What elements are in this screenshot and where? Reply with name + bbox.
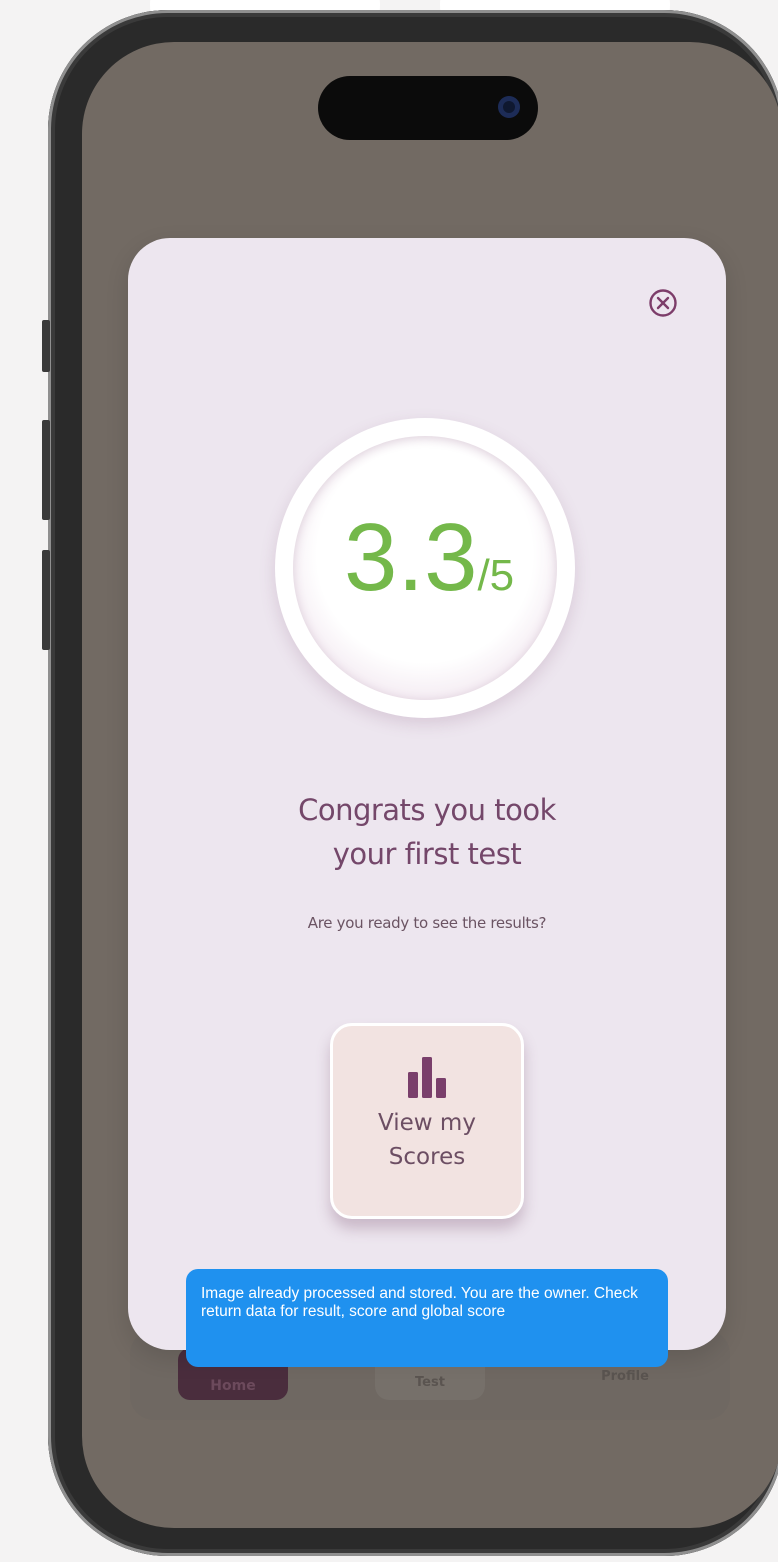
view-scores-label-line2: Scores — [388, 1144, 466, 1170]
toast-notification[interactable]: Image already processed and stored. You … — [186, 1269, 668, 1367]
close-button[interactable] — [645, 285, 681, 321]
bar-chart-icon — [408, 1057, 446, 1098]
score-display: 3.3/5 — [300, 510, 600, 606]
score-value: 3.3 — [344, 504, 478, 611]
view-scores-label: View my Scores — [347, 1106, 507, 1174]
tab-home-label: Home — [210, 1378, 256, 1394]
view-scores-button[interactable]: View my Scores — [330, 1023, 524, 1219]
tab-profile-label: Profile — [601, 1369, 649, 1384]
camera-icon — [498, 96, 520, 118]
phone-volume-down-button — [42, 550, 50, 650]
circle-x-icon — [649, 289, 677, 317]
congrats-title-line2: your first test — [332, 837, 522, 871]
view-scores-label-line1: View my — [378, 1110, 476, 1136]
congrats-title: Congrats you took your first test — [128, 788, 726, 876]
phone-volume-up-button — [42, 420, 50, 520]
score-max: /5 — [477, 551, 515, 600]
congrats-title-line1: Congrats you took — [298, 793, 556, 827]
tab-test-label: Test — [415, 1375, 445, 1390]
results-prompt: Are you ready to see the results? — [307, 914, 547, 932]
screenshot-stage: Home Test Profile 3.3/5 Congrats you too… — [0, 0, 778, 1562]
phone-mute-switch — [42, 320, 50, 372]
